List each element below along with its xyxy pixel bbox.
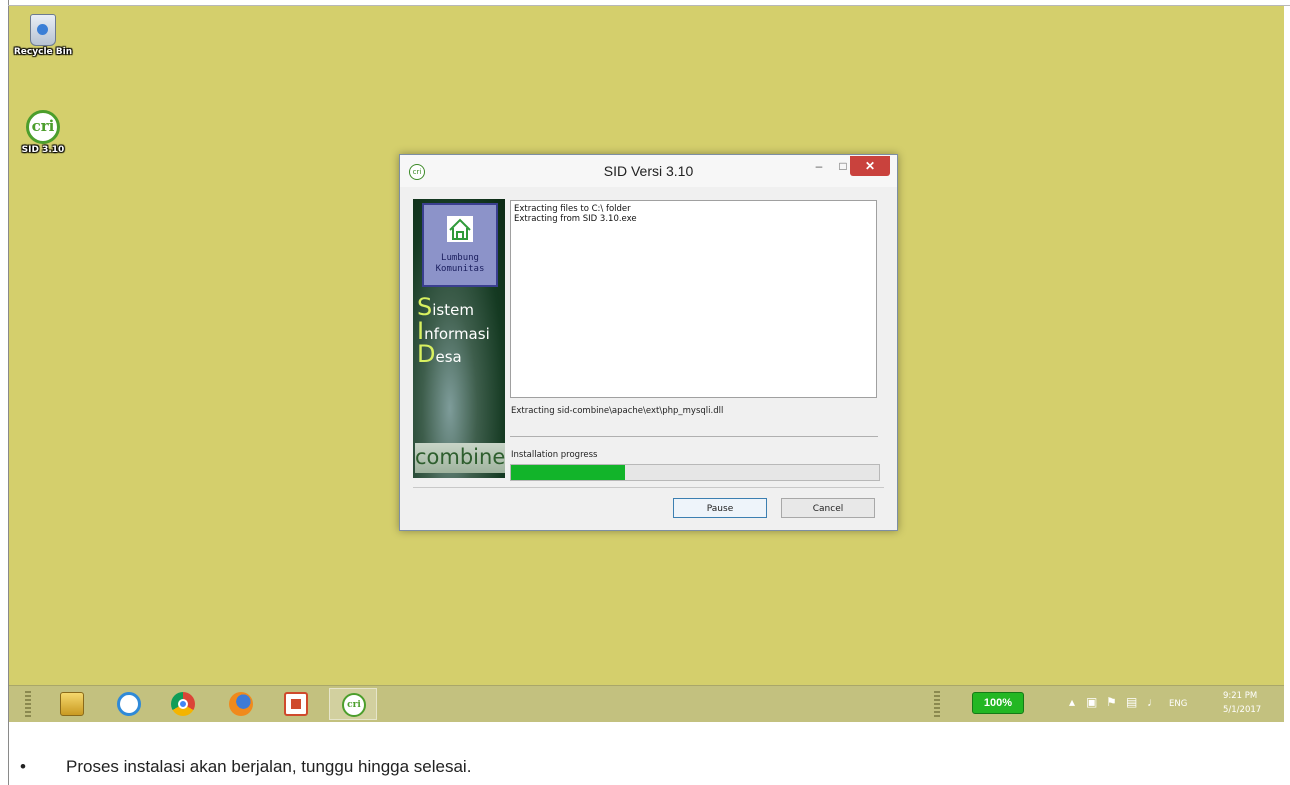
- desktop-icon-label: SID 3.10: [21, 145, 65, 155]
- clock-date[interactable]: 5/1/2017: [1223, 705, 1261, 715]
- caption-bullet: •: [20, 757, 26, 776]
- word-rest: esa: [435, 348, 462, 366]
- taskbar-firefox[interactable]: [217, 688, 265, 720]
- device-icon[interactable]: ▣: [1086, 694, 1097, 710]
- log-line: Extracting from SID 3.10.exe: [514, 214, 637, 224]
- desktop-icon-label: Recycle Bin: [13, 47, 73, 57]
- folder-icon: [60, 692, 84, 716]
- divider: [510, 436, 878, 437]
- taskbar-file-explorer[interactable]: [48, 688, 96, 720]
- cri-icon: cri: [26, 110, 60, 144]
- network-icon[interactable]: ▤: [1126, 694, 1137, 710]
- brand-line-2: Komunitas: [435, 264, 485, 274]
- taskbar-grip[interactable]: [25, 691, 31, 717]
- close-button[interactable]: ✕: [850, 156, 890, 176]
- taskbar: cri 100% ▴ ▣ ⚑ ▤ ♩ ENG 9:21 PM 5/1/2017: [9, 685, 1284, 722]
- chrome-icon: [171, 692, 195, 716]
- installer-dialog: cri SID Versi 3.10 – □ ✕ Lumbung Komunit…: [399, 154, 898, 531]
- taskbar-chrome[interactable]: [159, 688, 207, 720]
- progress-label: Installation progress: [511, 450, 598, 460]
- battery-indicator[interactable]: 100%: [972, 692, 1024, 714]
- tray-grip[interactable]: [934, 691, 940, 717]
- progress-fill: [511, 465, 626, 480]
- dialog-titlebar[interactable]: cri SID Versi 3.10 – □ ✕: [400, 155, 897, 187]
- minimize-button[interactable]: –: [808, 156, 830, 176]
- action-center-flag-icon[interactable]: ⚑: [1106, 694, 1117, 710]
- log-line: Extracting files to C:\ folder: [514, 204, 631, 214]
- caption-text: Proses instalasi akan berjalan, tunggu h…: [66, 757, 472, 776]
- sid-word-desa: Desa: [417, 340, 462, 368]
- desktop-icon-recycle-bin[interactable]: Recycle Bin: [12, 8, 74, 57]
- sid-banner: Lumbung Komunitas Sistem Informasi Desa …: [413, 199, 505, 478]
- combine-logo: combine: [415, 443, 505, 473]
- brand-text: Lumbung Komunitas: [424, 253, 496, 275]
- taskbar-internet-explorer[interactable]: [105, 688, 153, 720]
- desktop-icon-sid[interactable]: cri SID 3.10: [12, 110, 74, 155]
- extraction-log[interactable]: Extracting files to C:\ folder Extractin…: [510, 200, 877, 398]
- language-indicator[interactable]: ENG: [1169, 699, 1187, 709]
- recycle-bin-icon: [30, 14, 56, 46]
- brand-line-1: Lumbung: [441, 253, 479, 263]
- clock-time[interactable]: 9:21 PM: [1223, 691, 1257, 701]
- firefox-icon: [229, 692, 253, 716]
- lumbung-komunitas-logo: Lumbung Komunitas: [422, 203, 498, 287]
- extract-status-text: Extracting sid-combine\apache\ext\php_my…: [511, 406, 724, 416]
- taskbar-powerpoint[interactable]: [272, 688, 320, 720]
- powerpoint-icon: [284, 692, 308, 716]
- show-hidden-icons-icon[interactable]: ▴: [1069, 694, 1075, 710]
- divider: [413, 487, 884, 488]
- word-initial: D: [417, 340, 436, 368]
- taskbar-sid-installer[interactable]: cri: [329, 688, 377, 720]
- pause-button[interactable]: Pause: [673, 498, 767, 518]
- cri-icon: cri: [342, 693, 366, 717]
- house-icon: [447, 216, 473, 242]
- installation-progress-bar: [510, 464, 880, 481]
- cancel-button[interactable]: Cancel: [781, 498, 875, 518]
- ie-icon: [117, 692, 141, 716]
- volume-icon[interactable]: ♩: [1147, 694, 1159, 710]
